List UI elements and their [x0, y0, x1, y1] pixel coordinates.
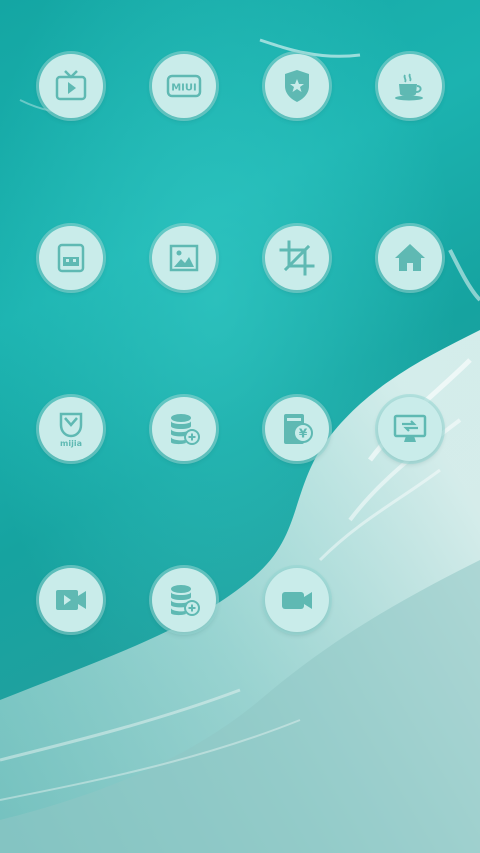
app-database-1[interactable]	[152, 397, 216, 461]
app-miui[interactable]: MIUI	[152, 54, 216, 118]
gallery-picture-icon	[164, 238, 204, 278]
app-wallet[interactable]: ¥	[265, 397, 329, 461]
app-monitor[interactable]	[378, 397, 442, 461]
app-mijia[interactable]: mijia	[39, 397, 103, 461]
app-coffee[interactable]	[378, 54, 442, 118]
coffee-cup-icon	[390, 66, 430, 106]
app-camera[interactable]	[265, 568, 329, 632]
app-grid: MIUI mijia ¥	[0, 0, 480, 853]
app-database-2[interactable]	[152, 568, 216, 632]
database-add-icon	[164, 409, 204, 449]
home-screen: MIUI mijia ¥	[0, 0, 480, 853]
miui-text: MIUI	[171, 83, 197, 94]
video-play-icon	[51, 580, 91, 620]
monitor-transfer-icon	[390, 409, 430, 449]
usb-drive-icon	[51, 238, 91, 278]
app-crop[interactable]	[265, 226, 329, 290]
miui-icon: MIUI	[164, 66, 204, 106]
home-icon	[390, 238, 430, 278]
yen-wallet-icon: ¥	[277, 409, 317, 449]
video-camera-icon	[277, 580, 317, 620]
app-home[interactable]	[378, 226, 442, 290]
tv-play-icon	[51, 66, 91, 106]
mijia-text: mijia	[60, 439, 82, 448]
police-badge-icon	[277, 66, 317, 106]
app-video[interactable]	[39, 568, 103, 632]
app-tv[interactable]	[39, 54, 103, 118]
database-add-icon	[164, 580, 204, 620]
app-gallery[interactable]	[152, 226, 216, 290]
yen-text: ¥	[299, 427, 308, 441]
app-badge[interactable]	[265, 54, 329, 118]
mijia-icon: mijia	[51, 409, 91, 449]
app-storage[interactable]	[39, 226, 103, 290]
crop-icon	[277, 238, 317, 278]
